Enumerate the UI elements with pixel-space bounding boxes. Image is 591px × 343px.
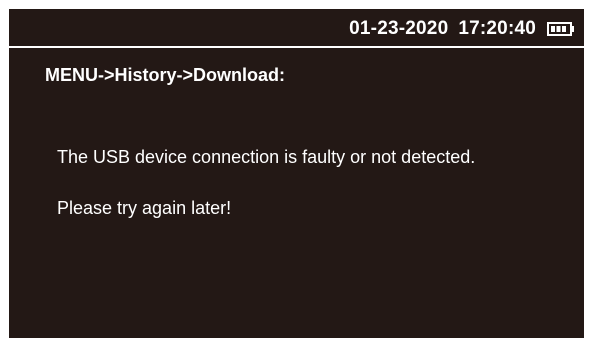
device-screen: 01-23-2020 17:20:40 MENU->History->Downlo…	[9, 9, 584, 338]
status-divider	[9, 46, 584, 48]
error-message: The USB device connection is faulty or n…	[57, 147, 476, 167]
time-text: 17:20:40	[458, 18, 536, 39]
breadcrumb: MENU->History->Download:	[45, 65, 286, 85]
battery-icon	[547, 22, 574, 36]
datetime-display: 01-23-2020 17:20:40	[349, 18, 536, 40]
date-text: 01-23-2020	[349, 18, 449, 39]
status-bar: 01-23-2020 17:20:40	[9, 9, 584, 45]
retry-message: Please try again later!	[57, 198, 232, 218]
